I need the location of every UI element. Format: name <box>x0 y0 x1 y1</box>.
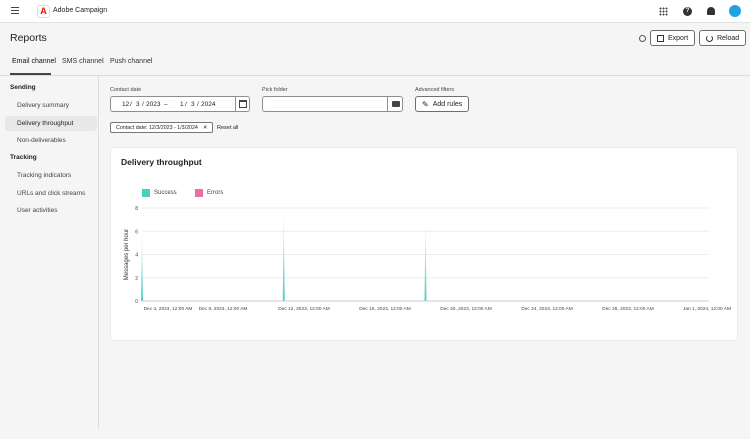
reset-all-link[interactable]: Reset all <box>217 125 238 131</box>
menu-icon[interactable] <box>11 7 19 14</box>
reload-icon <box>706 34 713 42</box>
tab-email-channel[interactable]: Email channel <box>12 58 56 65</box>
sidebar-item-user-activities[interactable]: User activities <box>17 207 57 214</box>
success-spike <box>424 219 427 301</box>
pick-folder-input[interactable] <box>262 96 403 112</box>
advanced-filters-label: Advanced filters <box>415 87 455 93</box>
pencil-icon: ✎ <box>422 99 429 109</box>
x-tick-label: Dec 20, 2023, 12:00 AM <box>440 306 491 312</box>
contact-date-range-input[interactable]: 12/ 3/ 2023– 1/ 3/ 2024 <box>110 96 250 112</box>
end-month[interactable]: 1 <box>180 101 184 108</box>
y-axis-label: Messages per hour <box>124 229 130 280</box>
chart-card: Delivery throughput Success Errors 02468… <box>110 147 738 341</box>
calendar-icon <box>239 100 247 108</box>
calendar-button[interactable] <box>235 97 250 111</box>
sidebar-section-tracking: Tracking <box>10 154 37 161</box>
adobe-logo: A <box>37 5 50 18</box>
contact-date-label: Contact date <box>110 87 142 93</box>
x-tick-label: Jan 1, 2024, 12:00 AM <box>683 306 731 312</box>
sidebar-item-urls-click-streams[interactable]: URLs and click streams <box>17 190 85 197</box>
x-tick-label: Dec 24, 2023, 12:00 AM <box>521 306 572 312</box>
pick-folder-label: Pick folder <box>262 87 288 93</box>
contact-date-tag: Contact date: 12/3/2023 - 1/3/2024 ✕ <box>110 122 214 133</box>
end-year[interactable]: 2024 <box>201 101 215 108</box>
tab-sms-channel[interactable]: SMS channel <box>62 58 104 65</box>
x-tick-label: Dec 28, 2023, 12:00 AM <box>602 306 653 312</box>
y-tick-label: 0 <box>135 299 138 305</box>
page-title: Reports <box>10 32 47 44</box>
export-icon <box>657 34 664 42</box>
x-tick-label: Dec 12, 2023, 12:00 AM <box>278 306 329 312</box>
y-tick-label: 4 <box>135 253 138 259</box>
avatar[interactable] <box>729 5 741 17</box>
sidebar-section-sending: Sending <box>10 84 36 91</box>
app-title: Adobe Campaign <box>53 7 108 14</box>
start-day[interactable]: 3 <box>136 101 140 108</box>
y-tick-label: 6 <box>135 229 138 235</box>
bell-icon[interactable] <box>707 7 715 15</box>
sidebar-item-delivery-summary[interactable]: Delivery summary <box>17 102 69 109</box>
sidebar-divider <box>98 76 99 429</box>
end-day[interactable]: 3 <box>191 101 195 108</box>
tabs-divider <box>0 75 750 76</box>
sidebar-item-delivery-throughput[interactable]: Delivery throughput <box>17 120 73 127</box>
throughput-chart: 0 2 4 6 8 Dec 4, 2023, 12:00 AM Dec 8, 2023, 1… <box>124 206 731 312</box>
top-bar: A Adobe Campaign ? <box>0 0 750 23</box>
info-icon[interactable] <box>639 35 646 42</box>
sidebar-item-non-deliverables[interactable]: Non-deliverables <box>17 137 66 144</box>
folder-icon <box>391 101 400 107</box>
y-tick-label: 2 <box>135 276 138 282</box>
x-tick-label: Dec 16, 2023, 12:00 AM <box>359 306 410 312</box>
export-button[interactable]: Export <box>650 30 696 46</box>
x-tick-label: Dec 8, 2023, 12:00 AM <box>199 306 248 312</box>
start-year[interactable]: 2023 <box>146 101 160 108</box>
y-tick-label: 8 <box>135 206 138 212</box>
folder-button[interactable] <box>387 97 403 111</box>
success-spike <box>141 231 143 301</box>
help-icon[interactable]: ? <box>683 7 692 16</box>
sidebar-item-tracking-indicators[interactable]: Tracking indicators <box>17 172 71 179</box>
add-rules-button[interactable]: ✎ Add rules <box>415 96 470 112</box>
x-tick-label: Dec 4, 2023, 12:00 AM <box>144 306 193 312</box>
remove-tag-icon[interactable]: ✕ <box>203 125 207 131</box>
active-tab-indicator <box>10 73 51 75</box>
tab-push-channel[interactable]: Push channel <box>110 58 152 65</box>
reload-button[interactable]: Reload <box>699 30 747 46</box>
start-month[interactable]: 12 <box>122 101 129 108</box>
apps-grid-icon[interactable] <box>659 7 668 16</box>
